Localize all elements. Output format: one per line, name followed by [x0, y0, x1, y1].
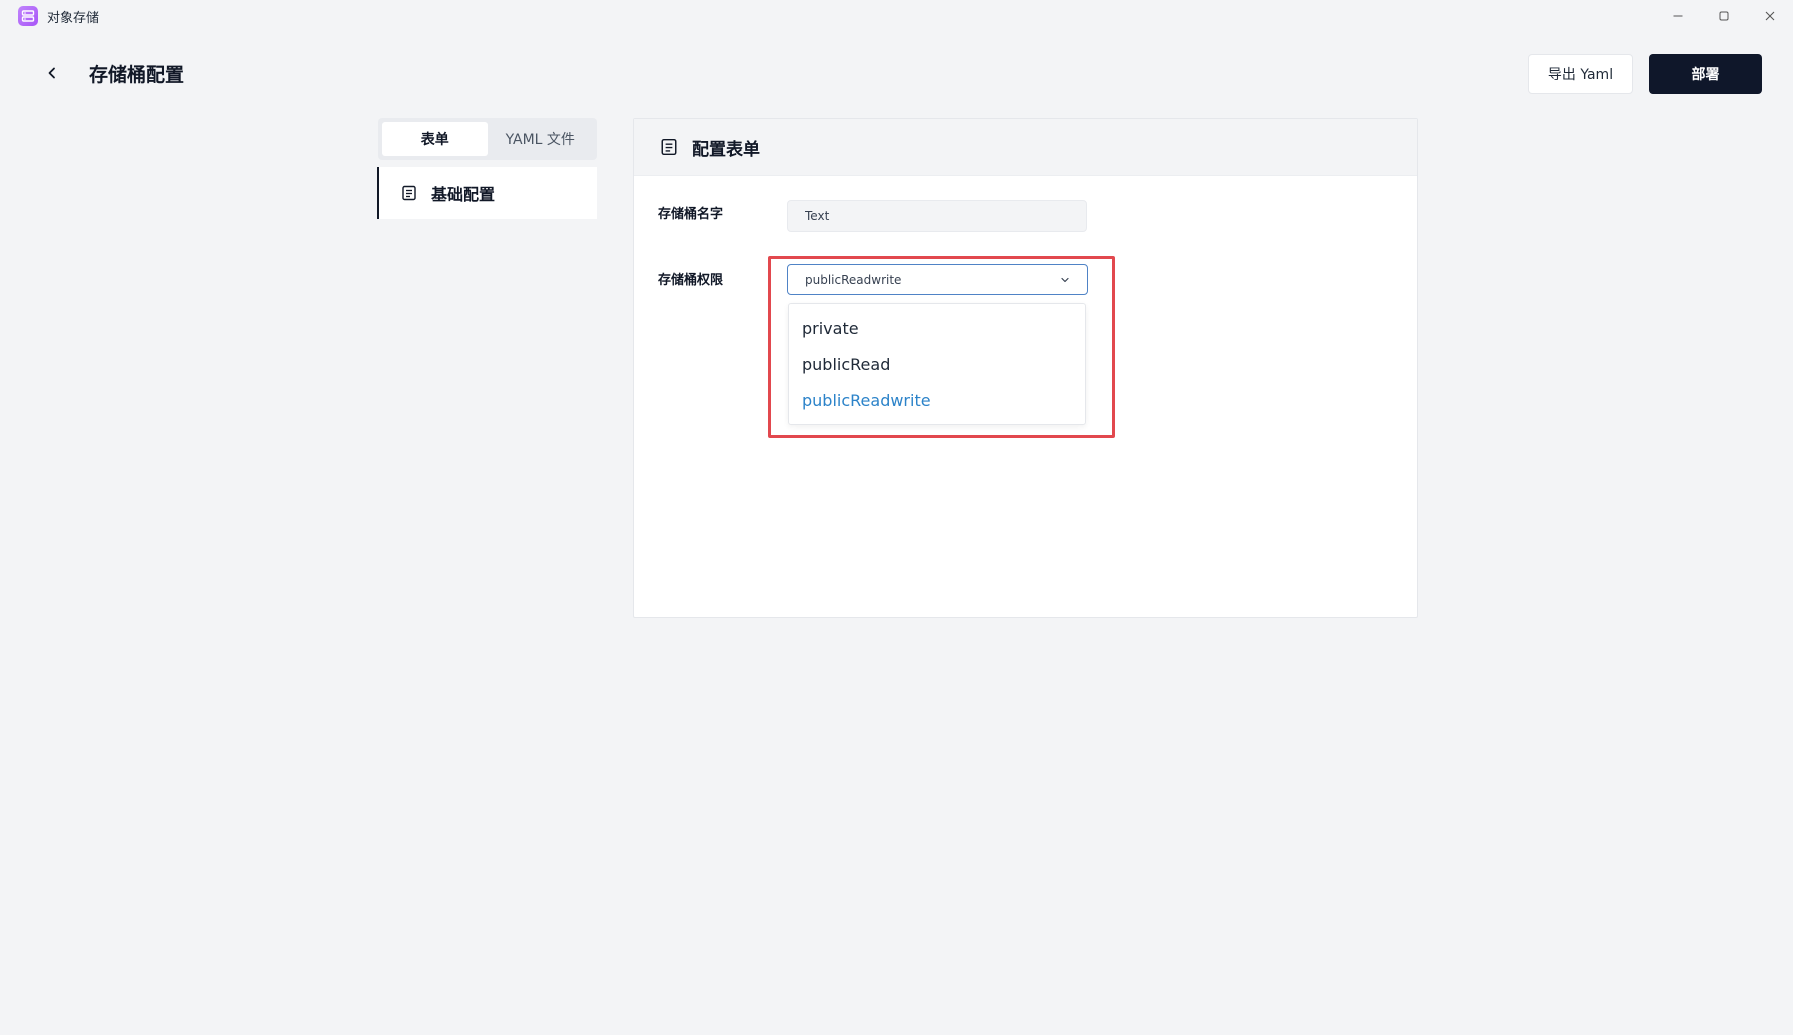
- document-list-icon: [402, 185, 416, 201]
- tab-form[interactable]: 表单: [382, 122, 488, 156]
- option-public-read[interactable]: publicRead: [789, 346, 1085, 382]
- permission-dropdown-menu: private publicRead publicReadwrite: [788, 303, 1086, 425]
- option-public-readwrite[interactable]: publicReadwrite: [789, 382, 1085, 418]
- chevron-left-icon: [48, 67, 55, 79]
- bucket-name-input[interactable]: [787, 200, 1087, 232]
- close-icon[interactable]: [1747, 0, 1793, 32]
- bucket-permission-label: 存储桶权限: [658, 273, 724, 288]
- bucket-permission-select[interactable]: publicReadwrite: [787, 264, 1088, 295]
- chevron-down-icon: [1061, 277, 1069, 283]
- select-value: publicReadwrite: [805, 272, 902, 287]
- view-mode-tabs: 表单 YAML 文件: [378, 118, 597, 160]
- deploy-button[interactable]: 部署: [1649, 54, 1762, 94]
- window-title: 对象存储: [47, 10, 100, 26]
- bucket-name-label: 存储桶名字: [658, 207, 724, 222]
- window-controls: [1655, 0, 1793, 32]
- option-private[interactable]: private: [789, 310, 1085, 346]
- tab-yaml-file[interactable]: YAML 文件: [488, 122, 594, 156]
- document-list-icon: [661, 138, 677, 156]
- back-button[interactable]: [40, 61, 64, 85]
- card-header: 配置表单: [634, 119, 1417, 176]
- storage-app-icon: [18, 6, 38, 26]
- export-yaml-button[interactable]: 导出 Yaml: [1528, 54, 1633, 94]
- title-bar: 对象存储: [0, 0, 1793, 32]
- card-title: 配置表单: [692, 139, 760, 160]
- sidebar-item-basic-config[interactable]: 基础配置: [377, 167, 597, 219]
- sidebar-item-label: 基础配置: [431, 185, 496, 204]
- page-title: 存储桶配置: [89, 64, 185, 86]
- minimize-icon[interactable]: [1655, 0, 1701, 32]
- maximize-icon[interactable]: [1701, 0, 1747, 32]
